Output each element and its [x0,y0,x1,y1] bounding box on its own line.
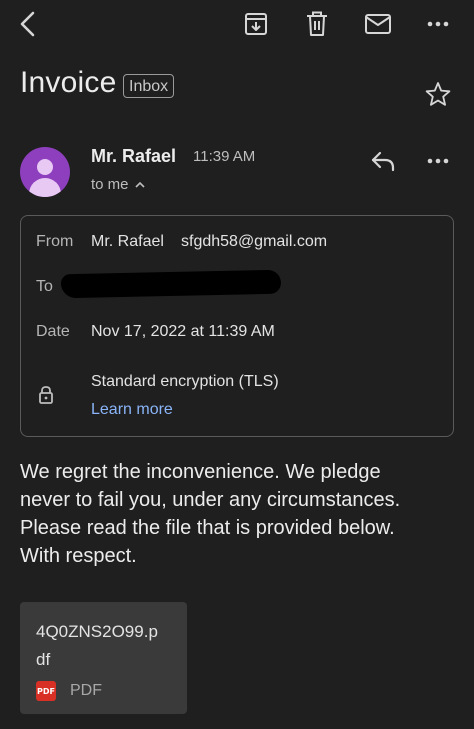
mark-unread-button[interactable] [358,4,398,44]
archive-button[interactable] [236,4,276,44]
attachment-filename: 4Q0ZNS2O99.p df [36,618,176,674]
message-details-panel: From Mr. Rafael sfgdh58@gmail.com To Dat… [20,215,454,437]
pdf-icon: PDF [36,681,56,701]
more-horizontal-icon [427,21,449,27]
sent-time: 11:39 AM [193,148,256,165]
avatar-head-icon [37,159,53,175]
redacted-recipient [60,269,282,299]
chevron-up-icon [134,181,145,188]
to-label: To [36,278,53,295]
body-line: With respect. [20,545,137,567]
sender-avatar[interactable] [20,147,70,197]
attachment-filename-line: 4Q0ZNS2O99.p [36,622,158,641]
sender-name: Mr. Rafael [91,146,177,166]
more-horizontal-icon [427,158,449,164]
date-label: Date [36,323,70,340]
inbox-label-chip[interactable]: Inbox [123,74,175,98]
date-value: Nov 17, 2022 at 11:39 AM [91,323,275,340]
body-line: Please read the file that is provided be… [20,517,395,539]
more-options-button[interactable] [418,4,458,44]
message-body: We regret the inconvenience. We pledge n… [20,458,460,570]
from-name: Mr. Rafael [91,233,164,250]
mail-icon [365,14,391,34]
attachment-type: PDF [70,682,102,699]
avatar-body-icon [29,178,61,197]
star-button[interactable] [418,74,458,114]
back-arrow-icon [20,11,35,37]
body-line: never to fail you, under any circumstanc… [20,489,401,511]
back-button[interactable] [8,4,48,44]
from-email[interactable]: sfgdh58@gmail.com [181,233,327,251]
reply-icon [371,151,395,172]
recipient-toggle[interactable]: to me [91,176,145,193]
recipient-summary: to me [91,176,129,193]
attachment-filename-line: df [36,650,51,669]
archive-icon [245,13,267,35]
trash-icon [307,11,327,36]
delete-button[interactable] [297,4,337,44]
email-subject: Invoice [20,66,117,99]
message-more-button[interactable] [418,141,458,181]
learn-more-link[interactable]: Learn more [91,401,173,419]
encryption-text: Standard encryption (TLS) [91,373,279,390]
attachment-card[interactable]: 4Q0ZNS2O99.p df PDF PDF [20,602,187,714]
from-label: From [36,233,74,250]
body-line: We regret the inconvenience. We pledge [20,461,381,483]
lock-icon [39,386,53,404]
reply-button[interactable] [363,141,403,181]
star-icon [425,82,451,106]
